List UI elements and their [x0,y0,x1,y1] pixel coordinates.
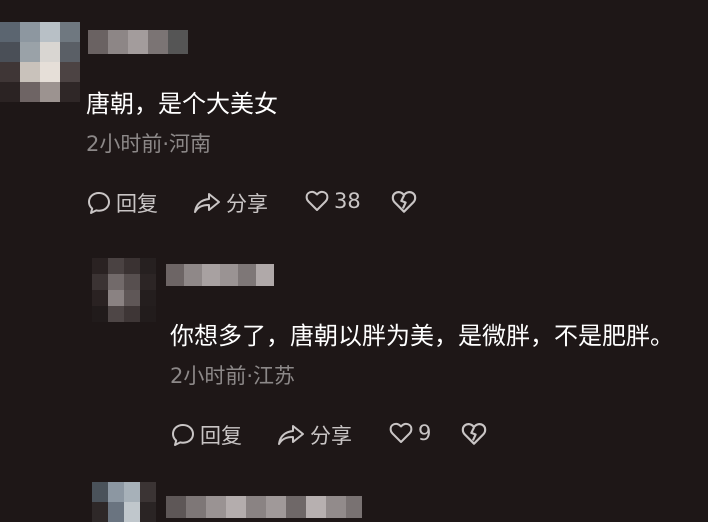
reply-dislike-button[interactable] [460,420,488,448]
like-count: 38 [334,189,361,213]
reply-text: 你想多了，唐朝以胖为美，是微胖，不是肥胖。 [170,322,674,350]
reply-reply-button[interactable]: 回复 [170,420,242,450]
reply-label: 回复 [200,424,242,448]
next-avatar[interactable] [92,482,156,522]
reply-meta: 2小时前·江苏 [170,364,296,388]
comment-text: 唐朝，是个大美女 [86,90,278,118]
reply-avatar[interactable] [92,258,156,322]
share-button[interactable]: 分享 [192,188,268,218]
comment-bubble-icon [86,190,112,216]
broken-heart-icon [460,420,488,448]
reply-like-button[interactable]: 9 [388,420,431,446]
avatar[interactable] [0,22,80,102]
broken-heart-icon [390,188,418,216]
reply-button[interactable]: 回复 [86,188,158,218]
reply-label: 回复 [116,192,158,216]
comment-bubble-icon [170,422,196,448]
like-button[interactable]: 38 [304,188,361,214]
dislike-button[interactable] [390,188,418,216]
heart-icon [388,420,414,446]
reply-username-blurred[interactable] [166,264,274,286]
comment-meta: 2小时前·河南 [86,132,212,156]
next-username-blurred[interactable] [166,496,362,518]
like-count: 9 [418,421,432,445]
share-arrow-icon [192,190,222,216]
share-label: 分享 [226,192,268,216]
share-label: 分享 [310,424,352,448]
share-arrow-icon [276,422,306,448]
username-blurred[interactable] [88,30,188,54]
reply-share-button[interactable]: 分享 [276,420,352,450]
heart-icon [304,188,330,214]
